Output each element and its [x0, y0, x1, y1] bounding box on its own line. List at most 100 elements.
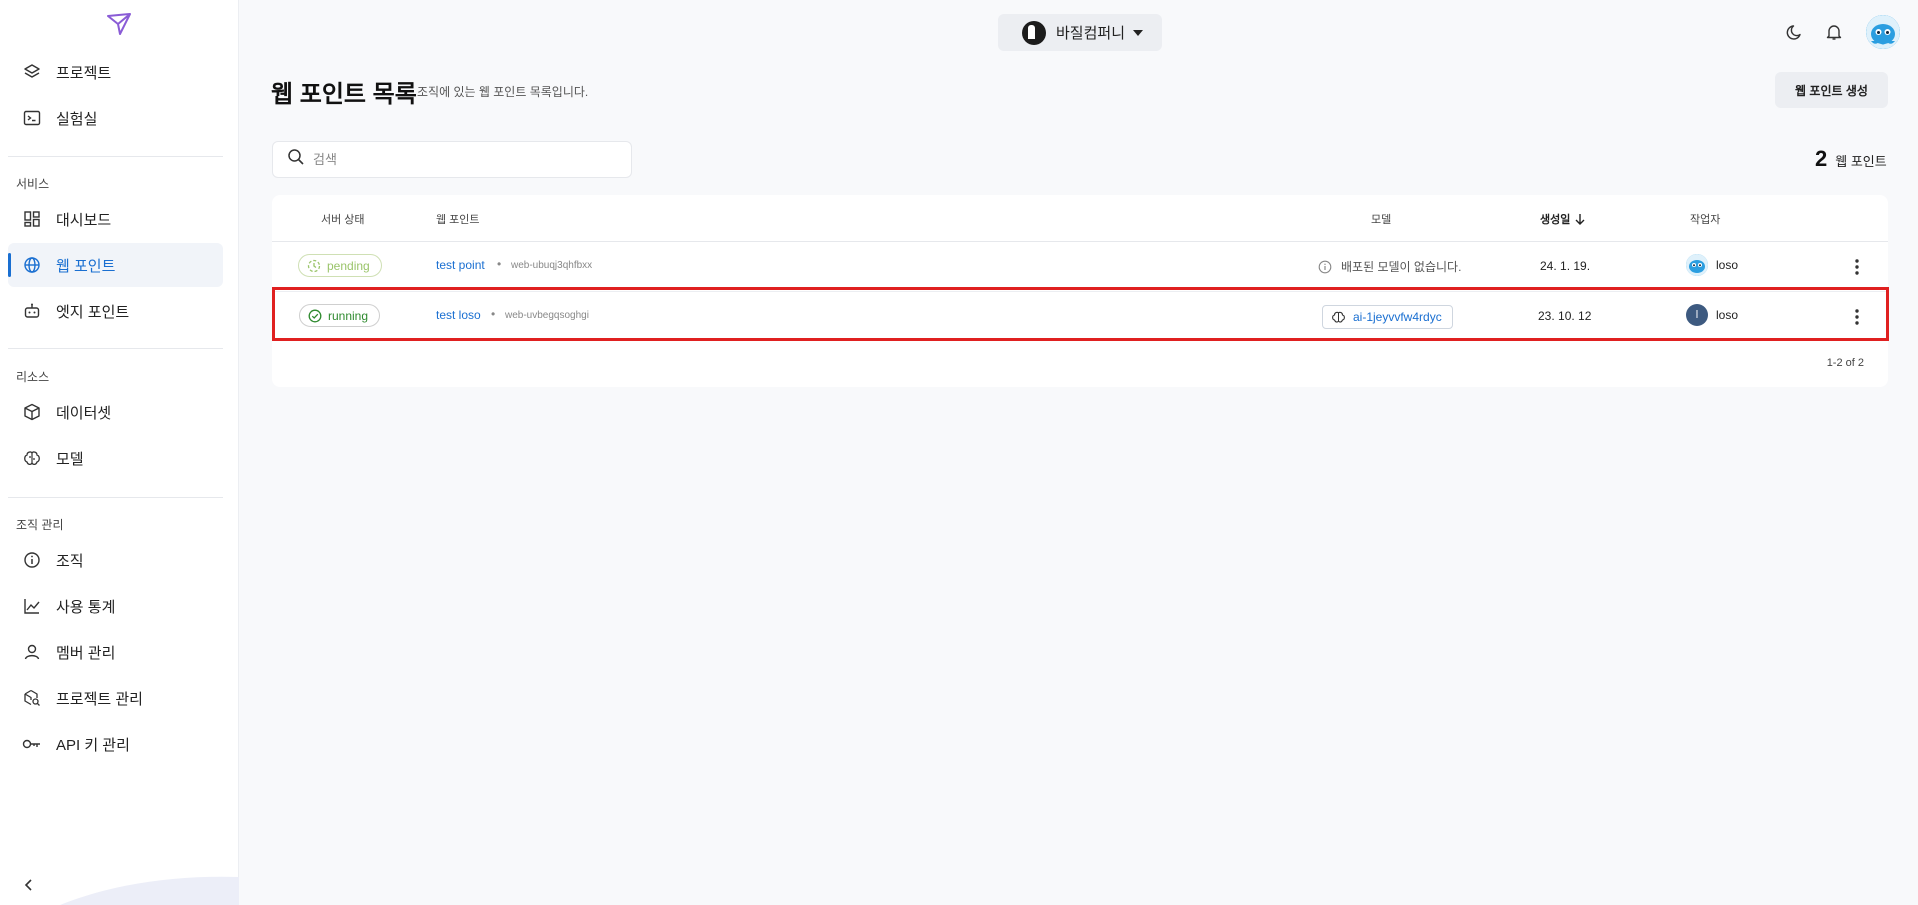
sidebar-item-member-management[interactable]: 멤버 관리	[8, 630, 223, 674]
sidebar-item-api-key-management[interactable]: API 키 관리	[8, 722, 223, 766]
create-web-point-button[interactable]: 웹 포인트 생성	[1775, 72, 1888, 108]
column-header-endpoint: 웹 포인트	[436, 214, 480, 226]
info-icon	[1318, 260, 1332, 273]
status-label: running	[328, 308, 369, 323]
sidebar-item-label: API 키 관리	[56, 736, 130, 754]
section-title-service: 서비스	[16, 177, 50, 191]
info-icon	[22, 550, 42, 570]
separator-dot: •	[497, 257, 502, 271]
search-box[interactable]	[272, 141, 632, 178]
no-model-message: 배포된 모델이 없습니다.	[1318, 258, 1461, 275]
sidebar-item-label: 웹 포인트	[56, 257, 116, 275]
sidebar-item-label: 엣지 포인트	[56, 303, 130, 321]
page-subtitle: 조직에 있는 웹 포인트 목록입니다.	[417, 85, 589, 99]
sidebar-item-usage-stats[interactable]: 사용 통계	[8, 584, 223, 628]
author: loso	[1686, 254, 1738, 276]
created-date: 23. 10. 12	[1538, 309, 1592, 323]
logo-icon[interactable]	[106, 12, 132, 36]
organization-avatar	[1022, 20, 1046, 45]
sidebar-item-label: 데이터셋	[56, 404, 112, 422]
page-title: 웹 포인트 목록	[271, 81, 417, 108]
author-initial: l	[1695, 309, 1699, 321]
key-icon	[22, 734, 42, 754]
count-value: 2	[1815, 146, 1828, 171]
organization-name: 바질컴퍼니	[1056, 25, 1126, 42]
sidebar-item-label: 조직	[56, 552, 84, 570]
author-avatar: l	[1686, 304, 1708, 326]
sidebar-item-label: 대시보드	[56, 211, 112, 229]
search-input[interactable]	[313, 152, 613, 167]
table-row[interactable]: pending test point • web-ubuqj3qhfbxx 배포…	[272, 242, 1888, 292]
author-name: loso	[1716, 258, 1739, 272]
user-icon	[22, 642, 42, 662]
pagination-info: 1-2 of 2	[1826, 357, 1864, 369]
pending-icon	[307, 259, 321, 272]
column-header-author: 작업자	[1690, 214, 1721, 226]
endpoint-name-link[interactable]: test point	[436, 258, 485, 272]
model-chip[interactable]: ai-1jeyvvfw4rdyc	[1322, 305, 1453, 329]
sidebar-item-label: 실험실	[56, 110, 98, 128]
user-avatar[interactable]	[1866, 15, 1900, 49]
brain-icon	[22, 448, 42, 468]
status-label: pending	[327, 258, 370, 273]
section-title-org: 조직 관리	[16, 518, 64, 532]
sidebar-item-web-point[interactable]: 웹 포인트	[8, 243, 223, 287]
column-header-created-label: 생성일	[1540, 214, 1571, 226]
model-name: ai-1jeyvvfw4rdyc	[1353, 310, 1442, 324]
column-header-status: 서버 상태	[321, 214, 365, 226]
box-icon	[22, 402, 42, 422]
no-model-text: 배포된 모델이 없습니다.	[1341, 260, 1462, 274]
search-icon	[287, 148, 305, 171]
web-point-count: 2 웹 포인트	[1815, 146, 1887, 172]
sidebar-item-label: 프로젝트 관리	[56, 690, 143, 708]
status-badge: running	[299, 304, 381, 327]
sidebar: 프로젝트 실험실 서비스 대시보드 웹 포인트 엣지 포인트 리소스 데이터셋 …	[0, 0, 239, 905]
sidebar-item-projects[interactable]: 프로젝트	[8, 50, 223, 94]
check-circle-icon	[308, 309, 322, 322]
status-badge: pending	[298, 254, 382, 277]
more-options-icon[interactable]	[1847, 306, 1867, 328]
column-header-model: 모델	[1371, 214, 1392, 226]
collapse-sidebar-icon[interactable]	[20, 876, 38, 894]
sidebar-item-lab[interactable]: 실험실	[8, 96, 223, 140]
endpoint-id: web-ubuqj3qhfbxx	[511, 260, 593, 271]
column-header-created[interactable]: 생성일	[1540, 211, 1586, 227]
dashboard-icon	[22, 209, 42, 229]
chevron-down-icon	[1133, 29, 1144, 36]
author-avatar	[1686, 254, 1708, 276]
sidebar-item-label: 모델	[56, 450, 84, 468]
sidebar-item-project-management[interactable]: 프로젝트 관리	[8, 676, 223, 720]
count-label: 웹 포인트	[1835, 154, 1887, 169]
endpoint-id: web-uvbegqsoghgi	[505, 310, 589, 321]
robot-icon	[22, 301, 42, 321]
web-point-table: 서버 상태 웹 포인트 모델 생성일 작업자 pending test poin…	[272, 195, 1888, 387]
sidebar-item-dataset[interactable]: 데이터셋	[8, 390, 223, 434]
sidebar-item-label: 프로젝트	[56, 64, 112, 82]
table-row[interactable]: running test loso • web-uvbegqsoghgi ai-…	[272, 292, 1888, 342]
sidebar-item-dashboard[interactable]: 대시보드	[8, 197, 223, 241]
author: l loso	[1686, 304, 1738, 326]
terminal-icon	[22, 108, 42, 128]
brain-icon	[1332, 311, 1345, 323]
sidebar-divider	[8, 497, 223, 498]
created-date: 24. 1. 19.	[1540, 259, 1591, 273]
sidebar-divider	[8, 348, 223, 349]
more-options-icon[interactable]	[1847, 256, 1867, 278]
sidebar-item-model[interactable]: 모델	[8, 436, 223, 480]
chart-line-icon	[22, 596, 42, 616]
sidebar-item-organization[interactable]: 조직	[8, 538, 223, 582]
author-name: loso	[1716, 308, 1739, 322]
project-search-icon	[22, 688, 42, 708]
layers-icon	[22, 62, 42, 82]
sidebar-item-edge-point[interactable]: 엣지 포인트	[8, 289, 223, 333]
organization-selector[interactable]: 바질컴퍼니	[998, 14, 1162, 51]
separator-dot: •	[491, 307, 496, 321]
bell-icon[interactable]	[1822, 20, 1846, 44]
globe-icon	[22, 255, 42, 275]
sidebar-item-label: 사용 통계	[56, 598, 116, 616]
endpoint-name-link[interactable]: test loso	[436, 308, 481, 322]
arrow-down-icon	[1574, 213, 1586, 225]
sidebar-item-label: 멤버 관리	[56, 644, 116, 662]
dark-mode-icon[interactable]	[1783, 20, 1807, 44]
section-title-resource: 리소스	[16, 370, 50, 384]
